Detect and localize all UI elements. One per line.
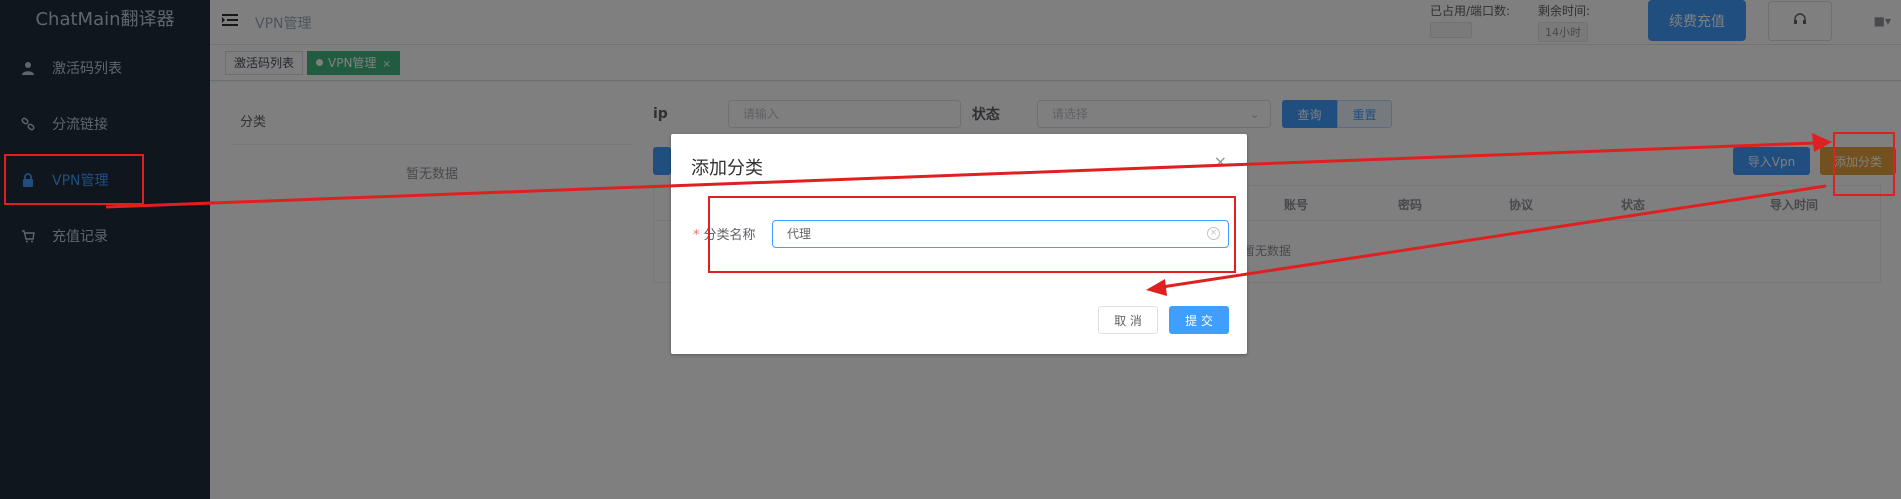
close-icon[interactable]: ×	[1214, 152, 1227, 171]
annotation-box-add-button	[1833, 132, 1895, 196]
dialog-title: 添加分类	[691, 158, 763, 179]
submit-button[interactable]: 提 交	[1169, 306, 1229, 334]
annotation-box-vpn-menu	[4, 154, 144, 205]
cancel-button[interactable]: 取 消	[1098, 306, 1158, 334]
required-mark: *	[693, 228, 700, 243]
annotation-box-form-field	[708, 196, 1236, 273]
